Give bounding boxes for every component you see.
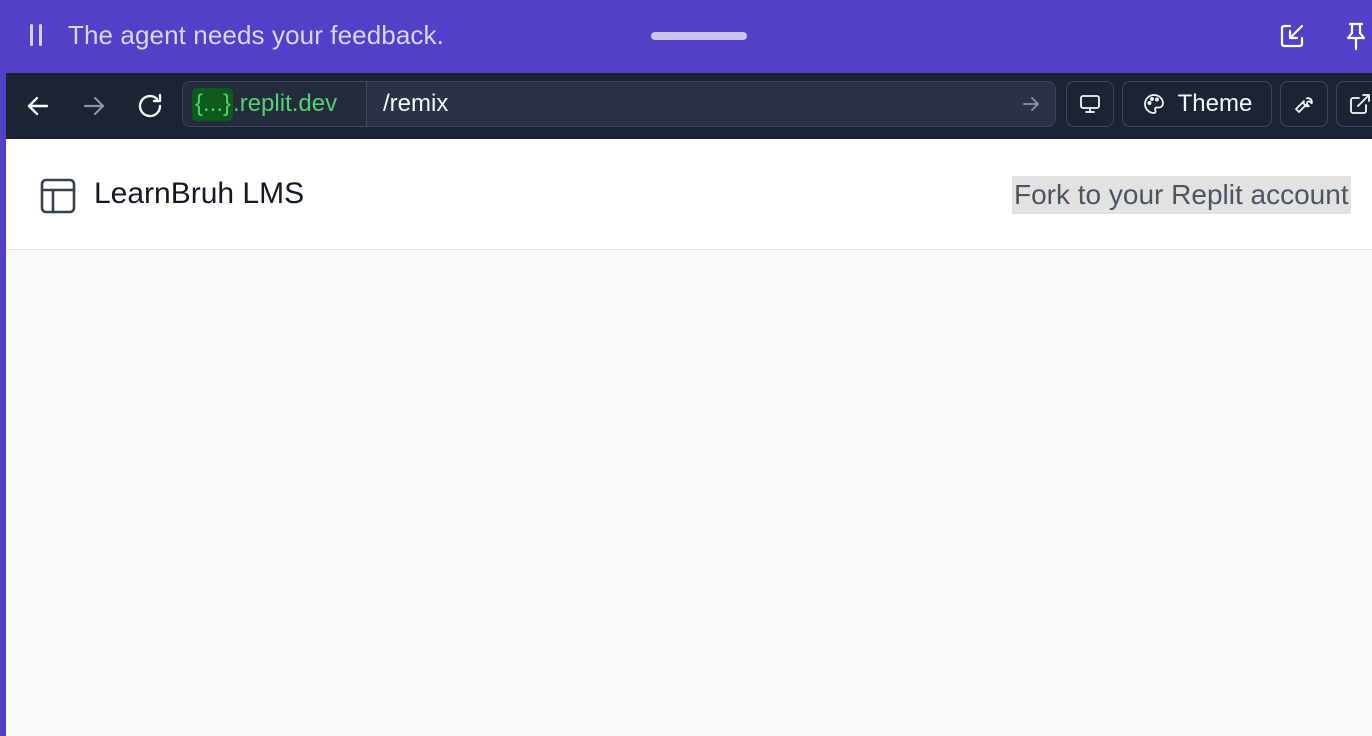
pin-icon[interactable] [1343,21,1369,51]
external-link-icon [1350,94,1370,114]
pause-icon[interactable] [28,24,44,48]
theme-button[interactable]: Theme [1122,81,1272,127]
device-preview-button[interactable] [1066,81,1114,127]
go-arrow-icon[interactable] [1021,94,1041,114]
layout-icon [40,178,76,214]
theme-label: Theme [1177,90,1253,117]
open-new-tab-button[interactable] [1336,81,1372,127]
url-domain-badge: {...} [192,87,234,121]
palette-icon [1143,94,1164,114]
monitor-icon [1080,95,1100,113]
reload-button[interactable] [133,89,167,123]
devtools-button[interactable] [1280,81,1328,127]
wrench-icon [1295,97,1313,113]
replit-frame: The agent needs your feedback. {...} .re… [0,0,1372,736]
drag-handle[interactable] [651,32,747,40]
url-domain[interactable]: {...} .replit.dev [183,82,367,126]
back-button[interactable] [21,89,55,123]
url-bar[interactable]: {...} .replit.dev /remix [182,81,1056,127]
fork-link[interactable]: Fork to your Replit account [1012,176,1351,214]
app-header: LearnBruh LMS Fork to your Replit accoun… [6,139,1372,250]
url-host: .replit.dev [233,90,338,117]
url-path-input[interactable]: /remix [383,90,448,118]
forward-arrow-icon [83,96,105,116]
browser-toolbar: {...} .replit.dev /remix Theme [6,73,1372,139]
popout-icon[interactable] [1278,22,1306,50]
agent-message: The agent needs your feedback. [68,20,444,50]
forward-button[interactable] [77,89,111,123]
preview-page: LearnBruh LMS Fork to your Replit accoun… [6,139,1372,736]
app-title: LearnBruh LMS [94,177,305,210]
agent-feedback-bar: The agent needs your feedback. [0,0,1372,72]
reload-icon [138,93,162,118]
back-arrow-icon [27,96,49,116]
